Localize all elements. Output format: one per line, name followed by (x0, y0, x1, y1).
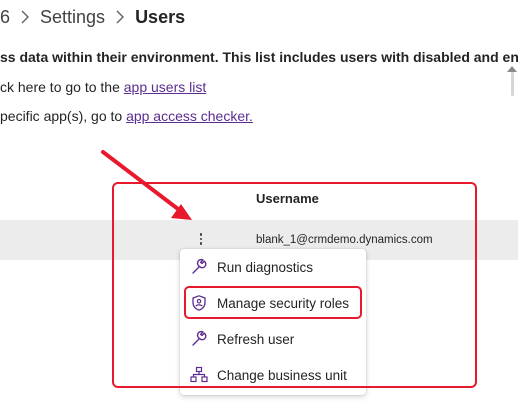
annotation-arrow (101, 150, 192, 220)
